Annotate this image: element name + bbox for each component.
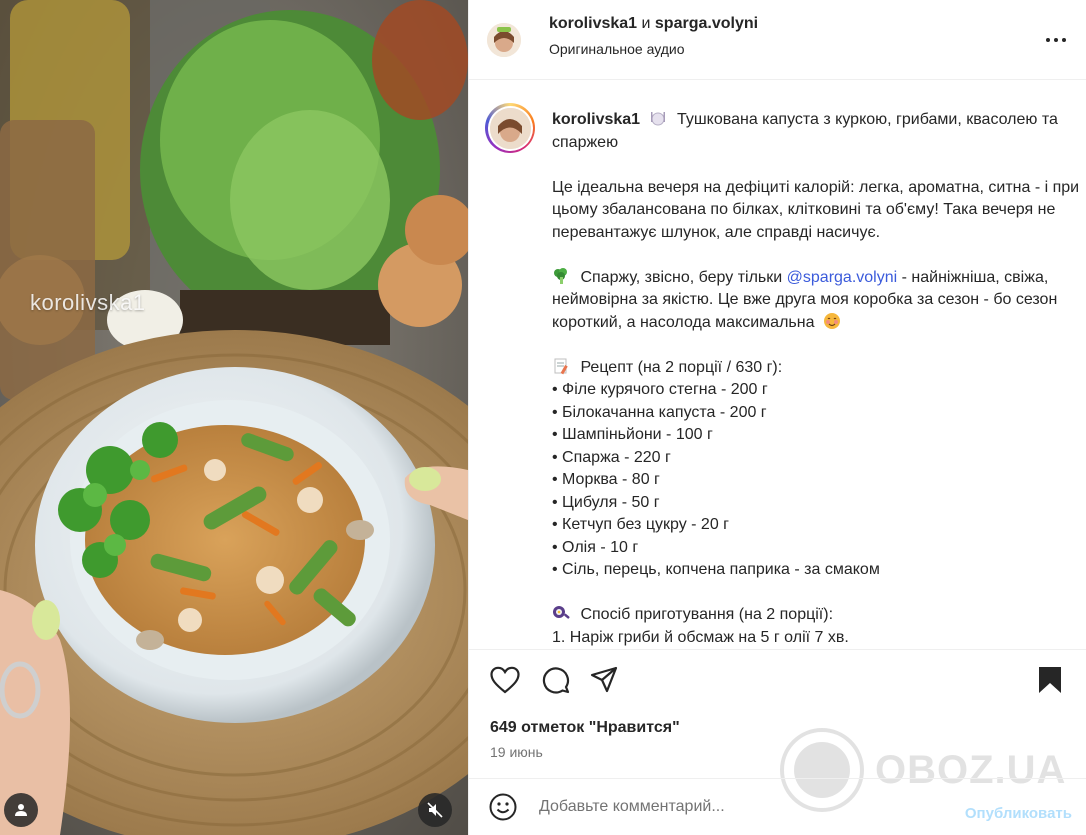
mute-button[interactable]: [418, 793, 452, 827]
method-step: 1. Наріж гриби й обсмаж на 5 г олії 7 хв…: [552, 628, 849, 646]
sparga-mention-link[interactable]: @sparga.volyni: [787, 269, 898, 286]
broccoli-emoji-icon: [554, 267, 567, 284]
more-options-button[interactable]: [1044, 28, 1068, 52]
avatar-image: [489, 107, 531, 149]
comment-bar: Опубликовать: [469, 778, 1086, 835]
ingredient-item: • Шампіньйони - 100 г: [552, 426, 713, 443]
caption-avatar[interactable]: [485, 103, 535, 153]
likes-count[interactable]: 649 отметок "Нравится": [490, 719, 680, 737]
post-header: korolivska1 и sparga.volyni Оригинальное…: [469, 0, 1086, 80]
more-icon: [1046, 38, 1066, 42]
post-details-panel: korolivska1 и sparga.volyni Оригинальное…: [468, 0, 1086, 835]
post-caption: korolivska1 Тушкована капуста з куркою, …: [552, 109, 1082, 649]
save-button[interactable]: [1034, 664, 1066, 696]
food-photo: [0, 0, 468, 835]
post-media[interactable]: korolivska1: [0, 0, 468, 835]
ingredient-item: • Білокачанна капуста - 200 г: [552, 403, 767, 421]
ingredient-item: • Спаржа - 220 г: [552, 448, 671, 466]
ingredient-item: • Олія - 10 г: [552, 538, 639, 556]
ingredient-item: • Цибуля - 50 г: [552, 493, 660, 511]
yum-face-emoji-icon: [823, 312, 840, 329]
plate-emoji-icon: [650, 112, 665, 126]
memo-emoji-icon: [554, 358, 568, 374]
muted-speaker-icon: [427, 802, 443, 818]
bookmark-icon: [1039, 667, 1061, 693]
share-button[interactable]: [588, 664, 620, 696]
header-and-word: и: [641, 14, 651, 32]
method-title: Спосіб приготування (на 2 порції):: [580, 606, 834, 623]
audio-link[interactable]: Оригинальное аудио: [549, 41, 758, 57]
post-actions: [489, 664, 1066, 700]
caption-scroll-area[interactable]: korolivska1 Тушкована капуста з куркою, …: [469, 81, 1086, 649]
like-button[interactable]: [489, 664, 521, 696]
ingredient-item: • Морква - 80 г: [552, 471, 660, 488]
ingredient-item: • Філе курячого стегна - 200 г: [552, 381, 768, 398]
frying-pan-emoji-icon: [553, 606, 570, 619]
avatar-image: [487, 22, 521, 57]
comment-input[interactable]: [539, 798, 929, 816]
publish-button[interactable]: Опубликовать: [965, 805, 1072, 822]
heart-icon: [490, 666, 520, 694]
share-icon: [590, 666, 618, 693]
header-user1-link[interactable]: korolivska1: [549, 15, 637, 32]
actions-divider: [469, 649, 1086, 650]
header-text: korolivska1 и sparga.volyni Оригинальное…: [549, 15, 758, 57]
user-tag-icon: [15, 804, 27, 816]
header-user2-link[interactable]: sparga.volyni: [655, 15, 758, 32]
header-avatar[interactable]: [487, 22, 521, 57]
comment-icon: [542, 667, 570, 694]
caption-username[interactable]: korolivska1: [552, 111, 640, 128]
post-date[interactable]: 19 июнь: [490, 744, 543, 760]
emoji-icon[interactable]: [489, 793, 517, 821]
photo-watermark: korolivska1: [30, 290, 146, 315]
ingredient-item: • Сіль, перець, копчена паприка - за сма…: [552, 561, 880, 578]
comment-button[interactable]: [539, 664, 571, 696]
sparga-text-pre: Спаржу, звісно, беру тільки: [580, 268, 783, 286]
user-tags-button[interactable]: [4, 793, 38, 827]
header-usernames: korolivska1 и sparga.volyni: [549, 15, 758, 33]
ingredient-item: • Кетчуп без цукру - 20 г: [552, 516, 729, 533]
recipe-title: Рецепт (на 2 порції / 630 г):: [580, 358, 783, 376]
caption-intro: Це ідеальна вечеря на дефіциті калорій: …: [552, 178, 1080, 241]
